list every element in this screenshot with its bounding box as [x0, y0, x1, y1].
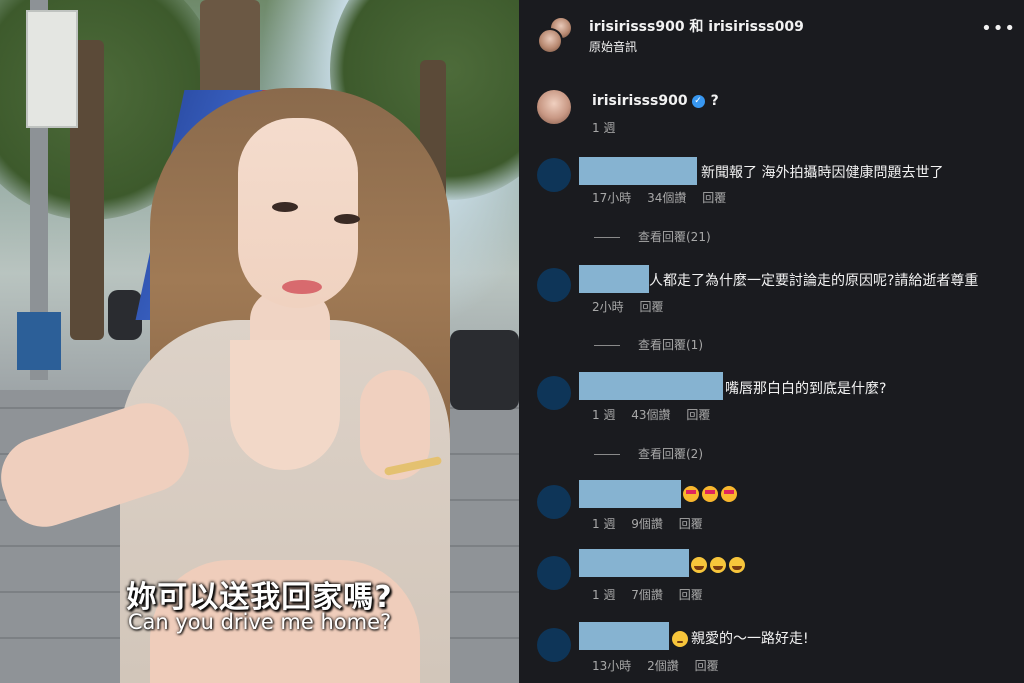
comment-meta: 17小時 34個讚 回覆	[592, 189, 738, 206]
caption-username[interactable]: irisirisss900	[592, 93, 688, 109]
avatar[interactable]	[537, 628, 571, 662]
redacted-username[interactable]	[579, 549, 689, 577]
divider	[594, 345, 620, 346]
comment-time: 17小時	[592, 191, 632, 205]
comment-meta: 1 週 43個讚 回覆	[592, 406, 722, 423]
reply-button[interactable]: 回覆	[686, 408, 710, 422]
comment-likes[interactable]: 9個讚	[631, 517, 663, 531]
person-lips	[282, 280, 322, 294]
person-eye-left	[272, 202, 298, 212]
caption-text: ?	[710, 93, 719, 109]
heart-eyes-emoji-icon	[702, 486, 718, 502]
comment-meta: 1 週 7個讚 回覆	[592, 586, 715, 603]
comment-meta: 1 週 9個讚 回覆	[592, 515, 715, 532]
comment-time: 1 週	[592, 408, 616, 422]
avatar	[537, 28, 563, 54]
comment-time: 13小時	[592, 659, 632, 673]
reply-button[interactable]: 回覆	[695, 659, 719, 673]
comment-likes[interactable]: 43個讚	[631, 408, 670, 422]
person-chest	[230, 340, 340, 470]
heart-eyes-emoji-icon	[721, 486, 737, 502]
screenshot-root: 妳可以送我回家嗎? Can you drive me home? irisiri…	[0, 0, 1024, 683]
trash-bin	[17, 312, 61, 370]
tears-of-joy-emoji-icon	[710, 557, 726, 573]
comment-meta: 13小時 2個讚 回覆	[592, 657, 731, 674]
reply-button[interactable]: 回覆	[679, 517, 703, 531]
avatar[interactable]	[537, 376, 571, 410]
avatar[interactable]	[537, 90, 571, 124]
tears-of-joy-emoji-icon	[691, 557, 707, 573]
view-replies-button[interactable]: 查看回覆(21)	[594, 228, 711, 245]
comment-text: 人都走了為什麼一定要討論走的原因呢?請給逝者尊重	[649, 273, 979, 289]
sad-face-emoji-icon	[672, 631, 688, 647]
redacted-username[interactable]	[579, 480, 681, 508]
avatar[interactable]	[537, 556, 571, 590]
comment-likes[interactable]: 34個讚	[647, 191, 686, 205]
verified-badge-icon: ✓	[691, 94, 705, 108]
header-avatars[interactable]	[537, 16, 573, 54]
tears-of-joy-emoji-icon	[729, 557, 745, 573]
avatar[interactable]	[537, 158, 571, 192]
comment-time: 2小時	[592, 300, 624, 314]
reply-button[interactable]: 回覆	[639, 300, 663, 314]
view-replies-button[interactable]: 查看回覆(1)	[594, 336, 703, 353]
view-replies-label: 查看回覆(21)	[638, 230, 711, 244]
comment-likes[interactable]: 7個讚	[631, 588, 663, 602]
comment-emojis	[683, 486, 740, 502]
comment-text: 嘴唇那白白的到底是什麼?	[725, 381, 887, 397]
audio-label[interactable]: 原始音訊	[589, 38, 637, 55]
reply-button[interactable]: 回覆	[679, 588, 703, 602]
reply-button[interactable]: 回覆	[702, 191, 726, 205]
view-replies-label: 查看回覆(1)	[638, 338, 703, 352]
comment-time: 1 週	[592, 517, 616, 531]
view-replies-label: 查看回覆(2)	[638, 447, 703, 461]
avatar[interactable]	[537, 485, 571, 519]
caption-time: 1 週	[592, 121, 616, 135]
divider	[594, 454, 620, 455]
divider	[594, 237, 620, 238]
avatar[interactable]	[537, 268, 571, 302]
comment-meta: 2小時 回覆	[592, 298, 675, 315]
redacted-username[interactable]	[579, 157, 697, 185]
post-authors[interactable]: irisirisss900 和 irisirisss009	[589, 16, 804, 36]
caption: irisirisss900 ✓?	[592, 93, 719, 109]
comment-text-row: 親愛的～一路好走!	[672, 628, 809, 648]
comment-time: 1 週	[592, 588, 616, 602]
view-replies-button[interactable]: 查看回覆(2)	[594, 445, 703, 462]
redacted-username[interactable]	[579, 265, 649, 293]
video-frame[interactable]: 妳可以送我回家嗎? Can you drive me home?	[0, 0, 519, 683]
person-eye-right	[334, 214, 360, 224]
comment-text: 親愛的～一路好走!	[691, 631, 809, 647]
comments-panel: irisirisss900 和 irisirisss009 原始音訊 ••• i…	[519, 0, 1024, 683]
redacted-username[interactable]	[579, 372, 723, 400]
parked-scooter	[450, 330, 519, 410]
subtitle-english: Can you drive me home?	[127, 610, 392, 634]
heart-eyes-emoji-icon	[683, 486, 699, 502]
street-sign	[26, 10, 78, 128]
more-horizontal-icon[interactable]: •••	[981, 18, 1016, 39]
comment-likes[interactable]: 2個讚	[647, 659, 679, 673]
comment-emojis	[691, 557, 748, 573]
comment-text: 新聞報了 海外拍攝時因健康問題去世了	[701, 165, 944, 181]
redacted-username[interactable]	[579, 622, 669, 650]
